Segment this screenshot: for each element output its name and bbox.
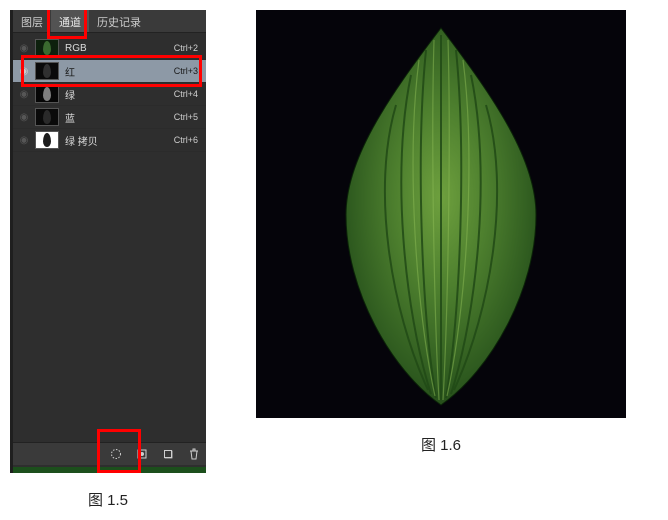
channel-name: 蓝	[65, 110, 174, 125]
channel-thumb	[35, 62, 59, 80]
channel-row-red[interactable]: ◉ 红 Ctrl+3	[13, 60, 206, 83]
leaf-image	[256, 10, 626, 418]
trash-icon[interactable]	[188, 448, 200, 460]
channel-row-blue[interactable]: ◉ 蓝 Ctrl+5	[13, 106, 206, 129]
tab-history[interactable]: 历史记录	[89, 10, 149, 32]
channel-thumb	[35, 108, 59, 126]
channel-thumb	[35, 39, 59, 57]
caption-left: 图 1.5	[88, 489, 128, 510]
visibility-toggle-icon[interactable]: ◉	[17, 41, 31, 55]
tab-layers[interactable]: 图层	[13, 10, 51, 32]
panel-footer	[13, 442, 206, 465]
channel-shortcut: Ctrl+2	[174, 43, 198, 53]
save-selection-icon[interactable]	[136, 448, 148, 460]
channel-row-green[interactable]: ◉ 绿 Ctrl+4	[13, 83, 206, 106]
channel-row-green-copy[interactable]: ◉ 绿 拷贝 Ctrl+6	[13, 129, 206, 152]
channel-shortcut: Ctrl+6	[174, 135, 198, 145]
channel-list: ◉ RGB Ctrl+2 ◉ 红 Ctrl+3 ◉ 绿 Ctrl+	[13, 33, 206, 152]
tab-channels[interactable]: 通道	[51, 10, 89, 32]
visibility-toggle-icon[interactable]: ◉	[17, 64, 31, 78]
visibility-toggle-icon[interactable]: ◉	[17, 87, 31, 101]
visibility-toggle-icon[interactable]: ◉	[17, 133, 31, 147]
load-selection-icon[interactable]	[110, 448, 122, 460]
channel-thumb	[35, 85, 59, 103]
channel-name: 绿	[65, 87, 174, 102]
visibility-toggle-icon[interactable]: ◉	[17, 110, 31, 124]
channel-shortcut: Ctrl+4	[174, 89, 198, 99]
channel-row-rgb[interactable]: ◉ RGB Ctrl+2	[13, 37, 206, 60]
channel-name: RGB	[65, 43, 174, 54]
new-channel-icon[interactable]	[162, 448, 174, 460]
panel-tabs: 图层 通道 历史记录	[13, 10, 206, 33]
caption-right: 图 1.6	[421, 434, 461, 455]
leaf-illustration	[256, 10, 626, 418]
channel-name: 红	[65, 64, 174, 79]
channels-panel: 图层 通道 历史记录 ◉ RGB Ctrl+2 ◉ 红	[10, 10, 206, 473]
channel-thumb	[35, 131, 59, 149]
channel-name: 绿 拷贝	[65, 133, 174, 148]
channel-shortcut: Ctrl+3	[174, 66, 198, 76]
channel-shortcut: Ctrl+5	[174, 112, 198, 122]
